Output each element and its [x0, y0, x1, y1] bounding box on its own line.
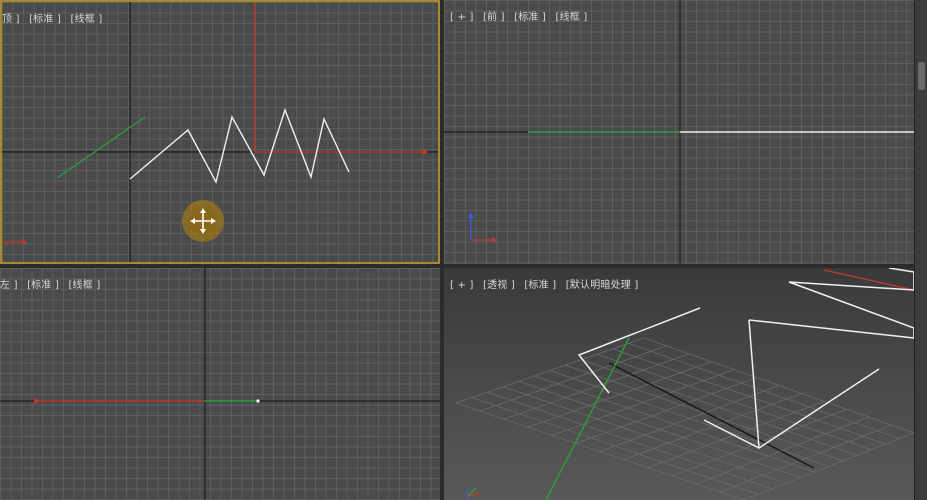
grid-axis-line [608, 362, 815, 469]
viewport-divider-vertical[interactable] [440, 0, 444, 500]
zigzag-spline[interactable] [129, 107, 350, 184]
depth-axis-line [56, 116, 146, 179]
perspective-grid-line [743, 432, 914, 500]
viewport-front[interactable]: [ + ] [前 ] [标准 ] [线框 ] [444, 0, 914, 264]
front-scene [444, 0, 914, 264]
perspective-grid-line [643, 337, 914, 434]
scrollbar-thumb[interactable] [918, 62, 925, 90]
viewport-perspective[interactable]: [ + ] [透视 ] [标准 ] [默认明暗处理 ] [444, 268, 914, 500]
perspective-grid [455, 337, 914, 500]
axis-gizmo-icon [467, 487, 483, 500]
viewport-divider-horizontal[interactable] [0, 264, 914, 268]
right-panel-scrollbar[interactable] [914, 0, 927, 500]
x-axis-arrow [422, 149, 428, 155]
viewport-top[interactable]: 顶 ] [标准 ] [线框 ] [0, 0, 440, 264]
zigzag-spline-bottom[interactable] [703, 368, 880, 449]
move-cursor-icon [182, 200, 224, 242]
spline-vertex-point[interactable] [256, 399, 260, 403]
left-scene [0, 268, 440, 500]
x-axis-marker [34, 398, 40, 404]
axis-gizmo-icon [468, 212, 497, 243]
perspective-scene [455, 268, 914, 500]
zigzag-spline-top[interactable] [748, 268, 914, 339]
y-axis-line [545, 337, 630, 500]
viewport-left[interactable]: 左 ] [标准 ] [线框 ] [0, 268, 440, 500]
top-scene [2, 2, 438, 262]
axis-gizmo-icon [2, 239, 27, 245]
